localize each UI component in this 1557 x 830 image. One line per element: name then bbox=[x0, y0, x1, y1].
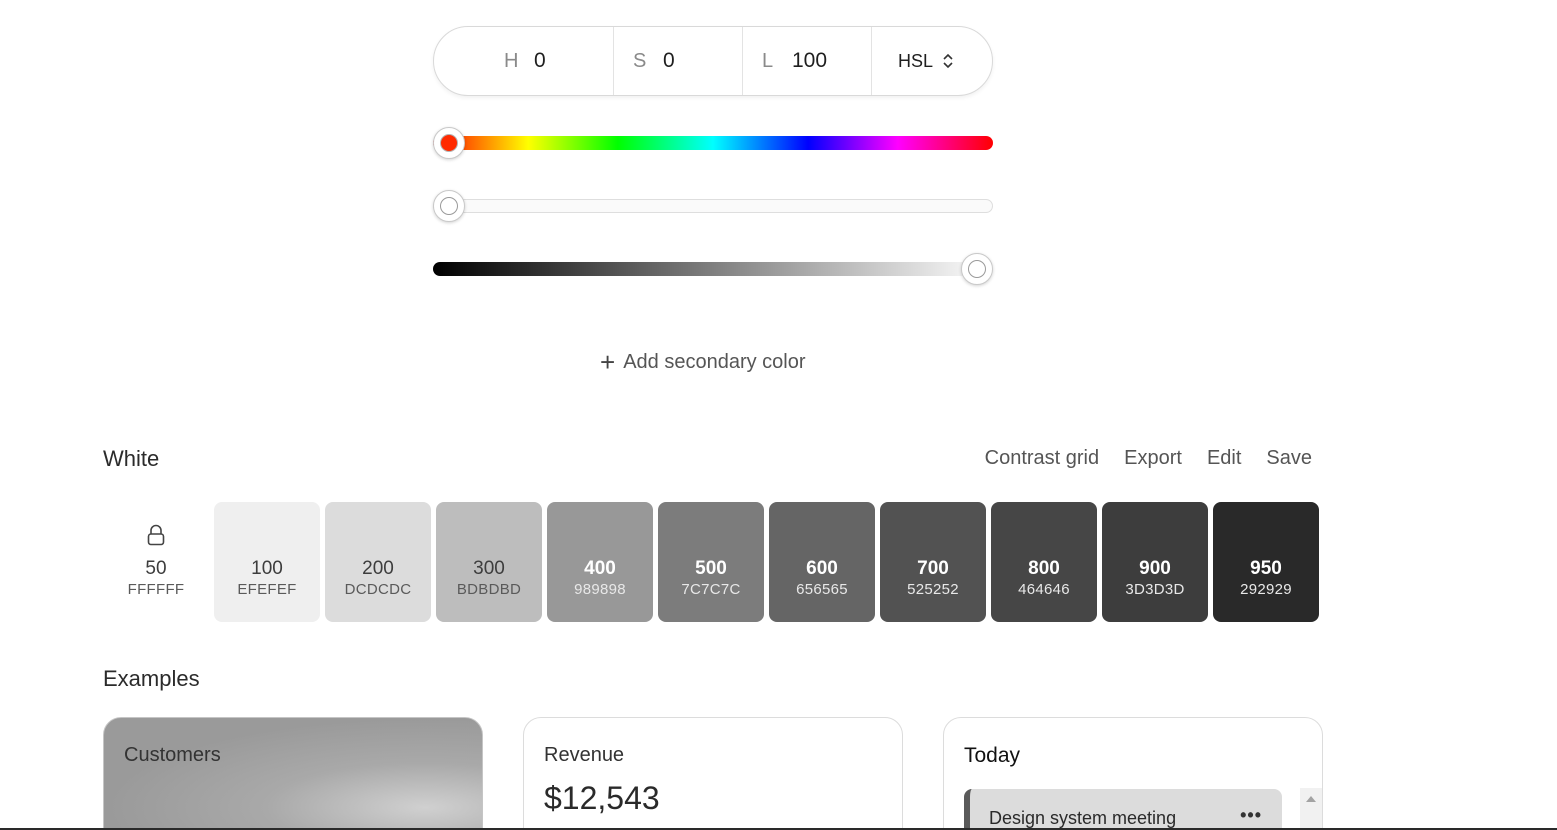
lightness-field[interactable]: L 100 bbox=[743, 27, 872, 95]
swatch-hex-label: BDBDBD bbox=[456, 581, 522, 598]
color-swatch-600[interactable]: 600 656565 bbox=[769, 502, 875, 622]
swatch-shade-label: 800 bbox=[1028, 558, 1060, 579]
saturation-slider-thumb[interactable] bbox=[433, 190, 465, 222]
swatch-shade-label: 950 bbox=[1250, 558, 1282, 579]
hsl-input-bar: H 0 S 0 L 100 HSL bbox=[433, 26, 993, 96]
more-options-icon[interactable]: ••• bbox=[1240, 805, 1262, 826]
swatch-shade-label: 400 bbox=[584, 558, 616, 579]
color-swatch-200[interactable]: 200 DCDCDC bbox=[325, 502, 431, 622]
scrollbar[interactable] bbox=[1300, 788, 1322, 830]
swatch-shade-label: 700 bbox=[917, 558, 949, 579]
swatch-hex-label: 7C7C7C bbox=[681, 581, 741, 598]
swatch-shade-label: 600 bbox=[806, 558, 838, 579]
saturation-field[interactable]: S 0 bbox=[614, 27, 743, 95]
palette-actions: Contrast grid Export Edit Save bbox=[985, 447, 1312, 470]
lightness-slider-thumb[interactable] bbox=[961, 253, 993, 285]
swatch-hex-label: 292929 bbox=[1240, 581, 1292, 598]
color-swatch-800[interactable]: 800 464646 bbox=[991, 502, 1097, 622]
chevron-updown-icon bbox=[943, 53, 953, 69]
palette-name[interactable]: White bbox=[103, 446, 159, 472]
swatch-shade-label: 900 bbox=[1139, 558, 1171, 579]
swatch-shade-label: 100 bbox=[251, 558, 283, 579]
lightness-label: L bbox=[762, 49, 774, 72]
calendar-event[interactable]: Design system meeting ••• bbox=[964, 789, 1282, 830]
hue-thumb-dot bbox=[440, 134, 458, 152]
hue-field[interactable]: H 0 bbox=[434, 27, 614, 95]
color-mode-label: HSL bbox=[898, 50, 934, 71]
today-card: Today Design system meeting ••• bbox=[943, 717, 1323, 830]
examples-heading: Examples bbox=[103, 666, 200, 691]
swatch-hex-label: EFEFEF bbox=[237, 581, 297, 598]
swatch-shade-label: 200 bbox=[362, 558, 394, 579]
swatch-hex-label: 525252 bbox=[907, 581, 959, 598]
swatch-hex-label: FFFFFF bbox=[127, 581, 185, 598]
lock-icon[interactable] bbox=[147, 524, 165, 546]
edit-button[interactable]: Edit bbox=[1207, 447, 1241, 470]
saturation-slider-track[interactable] bbox=[433, 199, 993, 213]
save-button[interactable]: Save bbox=[1266, 447, 1312, 470]
color-swatch-900[interactable]: 900 3D3D3D bbox=[1102, 502, 1208, 622]
color-swatch-50[interactable]: 50 FFFFFF bbox=[103, 502, 209, 622]
saturation-label: S bbox=[633, 49, 647, 72]
export-button[interactable]: Export bbox=[1124, 447, 1182, 470]
color-swatch-500[interactable]: 500 7C7C7C bbox=[658, 502, 764, 622]
swatch-hex-label: 656565 bbox=[796, 581, 848, 598]
revenue-value: $12,543 bbox=[544, 780, 660, 816]
lightness-slider-track[interactable] bbox=[433, 262, 993, 276]
hue-label: H bbox=[504, 49, 519, 72]
hue-value[interactable]: 0 bbox=[534, 49, 546, 73]
saturation-value[interactable]: 0 bbox=[663, 49, 675, 73]
revenue-card: Revenue $12,543 bbox=[523, 717, 903, 830]
hue-slider-track[interactable] bbox=[433, 136, 993, 150]
swatch-hex-label: 464646 bbox=[1018, 581, 1070, 598]
customers-card-title: Customers bbox=[124, 744, 221, 766]
color-swatch-700[interactable]: 700 525252 bbox=[880, 502, 986, 622]
swatch-hex-label: 3D3D3D bbox=[1125, 581, 1185, 598]
lightness-thumb-dot bbox=[968, 260, 986, 278]
add-secondary-color-label: Add secondary color bbox=[623, 350, 806, 373]
swatch-shade-label: 50 bbox=[145, 558, 167, 579]
color-swatch-300[interactable]: 300 BDBDBD bbox=[436, 502, 542, 622]
saturation-thumb-dot bbox=[440, 197, 458, 215]
lightness-value[interactable]: 100 bbox=[792, 49, 827, 73]
event-title: Design system meeting bbox=[989, 808, 1177, 828]
color-swatch-400[interactable]: 400 989898 bbox=[547, 502, 653, 622]
swatch-shade-label: 300 bbox=[473, 558, 505, 579]
customers-card: Customers bbox=[103, 717, 483, 830]
hue-slider-thumb[interactable] bbox=[433, 127, 465, 159]
swatch-hex-label: 989898 bbox=[574, 581, 626, 598]
add-secondary-color-button[interactable]: + Add secondary color bbox=[600, 348, 806, 376]
swatch-hex-label: DCDCDC bbox=[344, 581, 412, 598]
color-swatch-950[interactable]: 950 292929 bbox=[1213, 502, 1319, 622]
color-swatch-100[interactable]: 100 EFEFEF bbox=[214, 502, 320, 622]
swatch-shade-label: 500 bbox=[695, 558, 727, 579]
today-card-title: Today bbox=[964, 744, 1021, 767]
color-mode-select[interactable]: HSL bbox=[872, 51, 992, 72]
contrast-grid-button[interactable]: Contrast grid bbox=[985, 447, 1100, 470]
revenue-card-title: Revenue bbox=[544, 744, 625, 766]
plus-icon: + bbox=[600, 347, 616, 377]
swatch-row: 50 FFFFFF 100 EFEFEF 200 DCDCDC 300 BDBDBD 400 98… bbox=[103, 502, 1319, 622]
